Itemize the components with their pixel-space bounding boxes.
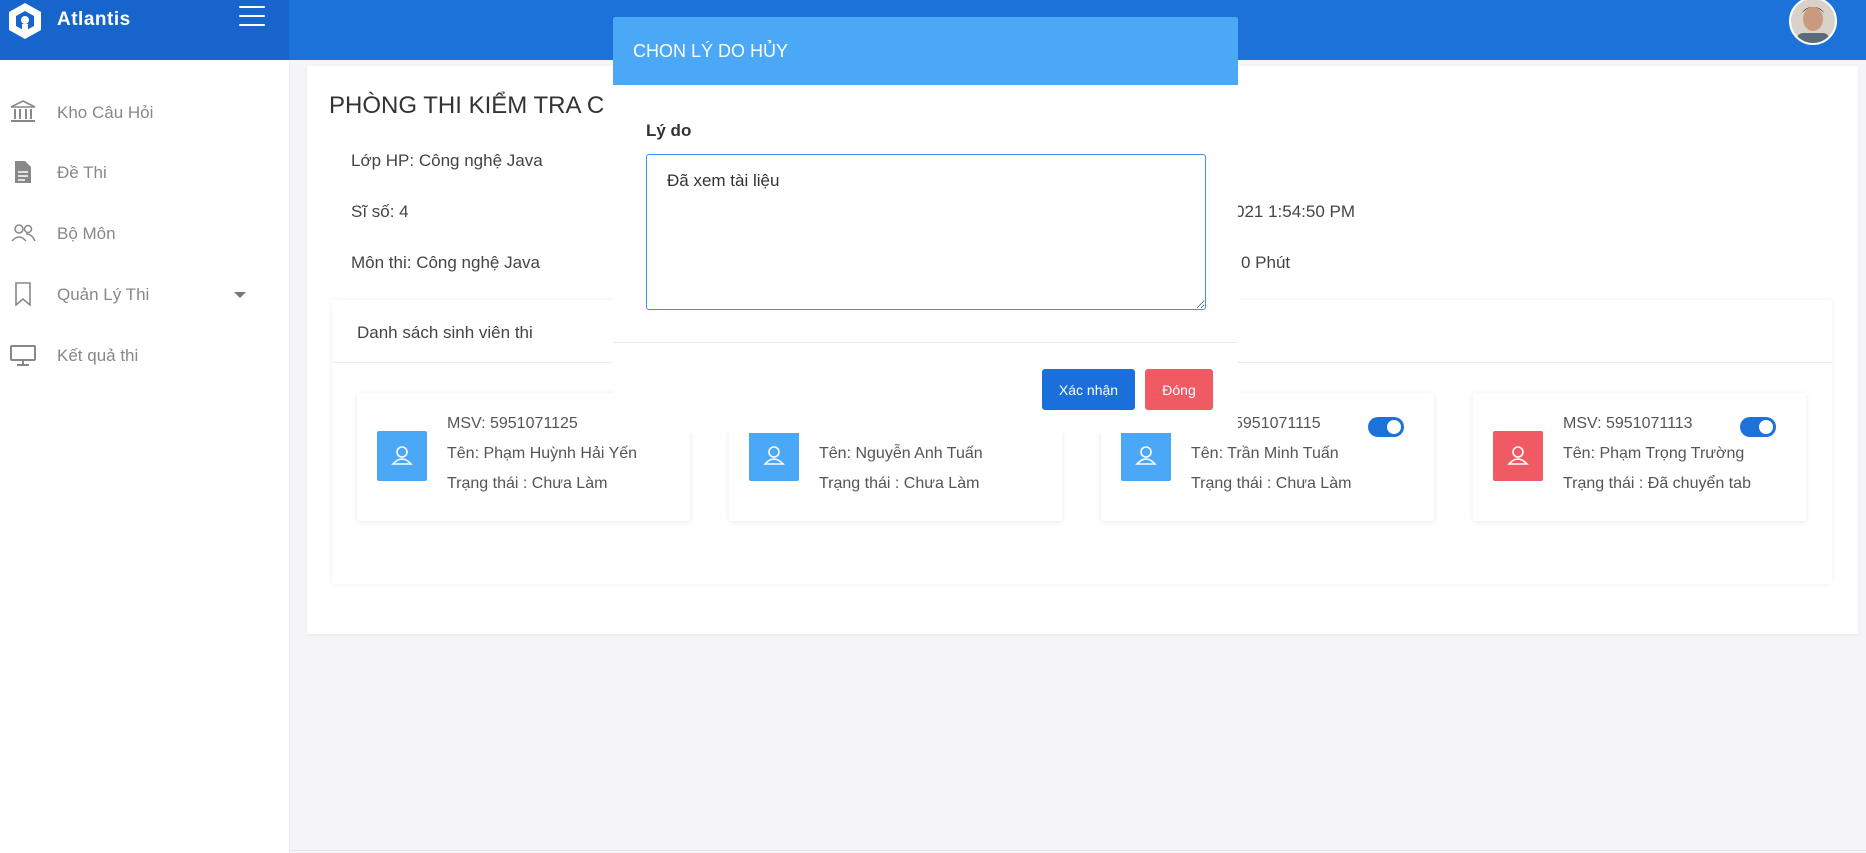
duration-info: 0 Phút bbox=[1241, 253, 1291, 272]
student-name: Tên: Phạm Trọng Trường bbox=[1563, 445, 1745, 462]
sidebar-item-label: Kho Câu Hỏi bbox=[57, 103, 154, 122]
chevron-down-icon[interactable] bbox=[234, 292, 246, 298]
count-info: Sĩ số: 4 bbox=[351, 202, 409, 221]
modal-title: CHON LÝ DO HỦY bbox=[633, 41, 789, 61]
student-status: Trạng thái : Chưa Làm bbox=[447, 475, 608, 492]
monitor-icon bbox=[10, 345, 36, 366]
student-msv: MSV: 5951071113 bbox=[1563, 415, 1693, 432]
student-list-title: Danh sách sinh viên thi bbox=[357, 323, 533, 342]
student-status: Trạng thái : Đã chuyển tab bbox=[1563, 475, 1751, 492]
sidebar-item-quan-ly-thi[interactable]: Quản Lý Thi bbox=[0, 274, 289, 314]
reason-label: Lý do bbox=[646, 121, 692, 140]
bookmark-icon bbox=[15, 282, 31, 306]
user-icon bbox=[1121, 431, 1171, 481]
close-button[interactable]: Đóng bbox=[1145, 369, 1213, 410]
avatar-face-icon bbox=[1791, 0, 1835, 43]
confirm-button[interactable]: Xác nhận bbox=[1042, 369, 1135, 410]
modal-header: CHON LÝ DO HỦY bbox=[613, 17, 1238, 85]
student-card: MSV: 5951071113 Tên: Phạm Trọng Trường T… bbox=[1473, 393, 1806, 521]
user-icon bbox=[749, 431, 799, 481]
class-info: Lớp HP: Công nghệ Java bbox=[351, 151, 543, 170]
user-icon bbox=[377, 431, 427, 481]
sidebar-item-de-thi[interactable]: Đề Thi bbox=[0, 152, 289, 192]
time-info: 021 1:54:50 PM bbox=[1235, 202, 1356, 221]
brand-area: Atlantis bbox=[0, 0, 289, 60]
student-status: Trạng thái : Chưa Làm bbox=[819, 475, 980, 492]
sidebar-item-bo-mon[interactable]: Bộ Môn bbox=[0, 213, 289, 253]
sidebar-item-ket-qua-thi[interactable]: Kết quả thi bbox=[0, 335, 289, 375]
footer-divider bbox=[290, 850, 1866, 851]
reason-textarea[interactable]: Đã xem tài liệu bbox=[646, 154, 1206, 310]
sidebar-item-label: Đề Thi bbox=[57, 163, 107, 182]
brand-name: Atlantis bbox=[57, 9, 131, 30]
sidebar-item-label: Quản Lý Thi bbox=[57, 285, 150, 304]
student-name: Tên: Nguyễn Anh Tuấn bbox=[819, 445, 983, 462]
sidebar-item-label: Kết quả thi bbox=[57, 346, 139, 365]
student-name: Tên: Phạm Huỳnh Hải Yến bbox=[447, 445, 638, 462]
user-avatar[interactable] bbox=[1789, 0, 1837, 45]
sidebar: Kho Câu Hỏi Đề Thi Bộ Môn Quản Lý Thi Kế… bbox=[0, 60, 290, 853]
sidebar-item-kho-cau-hoi[interactable]: Kho Câu Hỏi bbox=[0, 92, 289, 132]
bank-icon bbox=[10, 100, 36, 122]
modal-divider bbox=[613, 342, 1238, 343]
student-toggle[interactable] bbox=[1740, 417, 1776, 437]
student-msv: MSV: 5951071125 bbox=[447, 415, 578, 432]
page-title: PHÒNG THI KIỂM TRA C bbox=[329, 92, 605, 119]
menu-toggle-icon[interactable] bbox=[239, 6, 265, 28]
document-icon bbox=[15, 161, 31, 183]
student-toggle[interactable] bbox=[1368, 417, 1404, 437]
subject-info: Môn thi: Công nghệ Java bbox=[351, 253, 541, 272]
users-icon bbox=[11, 224, 36, 242]
student-status: Trạng thái : Chưa Làm bbox=[1191, 475, 1352, 492]
student-name: Tên: Trần Minh Tuấn bbox=[1191, 445, 1339, 462]
user-icon bbox=[1493, 431, 1543, 481]
cancel-reason-modal: CHON LÝ DO HỦY Lý do Đã xem tài liệu Xác… bbox=[613, 17, 1238, 433]
sidebar-item-label: Bộ Môn bbox=[57, 224, 116, 243]
atlantis-logo-icon bbox=[9, 3, 41, 39]
student-msv: 5951071115 bbox=[1234, 415, 1321, 432]
